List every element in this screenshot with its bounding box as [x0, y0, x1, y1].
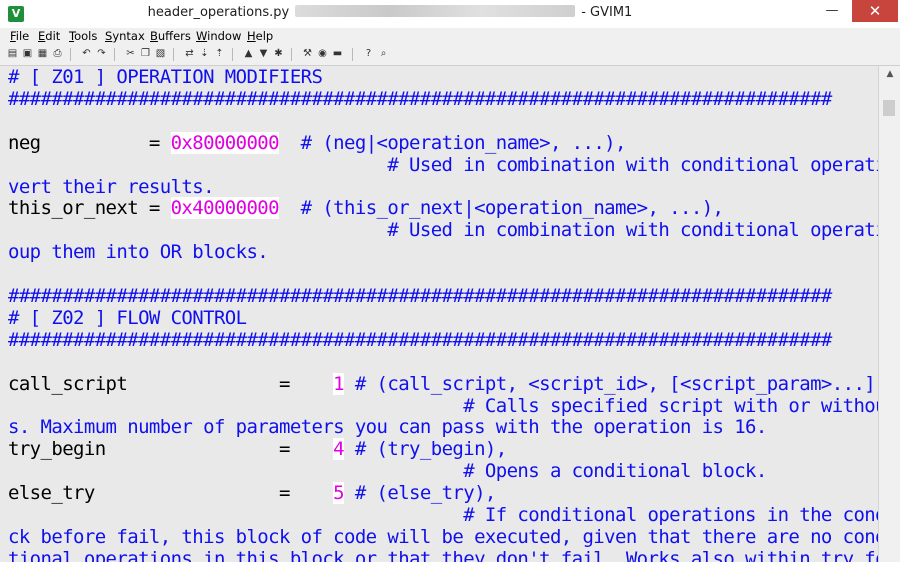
toolbar-separator: [352, 48, 353, 61]
toolbar-separator: [291, 48, 292, 61]
scrollbar-thumb[interactable]: [883, 100, 895, 116]
code-comment: ck before fail, this block of code will …: [8, 525, 878, 548]
code-comment: # Used in combination with conditional o…: [387, 153, 878, 176]
code-comment: # Calls specified script with or without…: [463, 394, 878, 417]
toolbar-separator: [70, 48, 71, 61]
code-comment: # (try_begin),: [344, 438, 507, 461]
code-line[interactable]: s. Maximum number of parameters you can …: [8, 416, 767, 438]
code-comment: ########################################…: [8, 328, 832, 351]
code-identifier: call_script =: [8, 372, 334, 395]
code-comment: s. Maximum number of parameters you can …: [8, 416, 767, 439]
redo-icon[interactable]: ↷: [95, 47, 108, 60]
close-button[interactable]: ✕: [852, 0, 898, 22]
menu-tools[interactable]: Tools: [69, 29, 97, 43]
code-number: 0x80000000: [170, 131, 280, 154]
code-number: 5: [333, 482, 345, 505]
find-next-icon[interactable]: ⇣: [198, 47, 211, 60]
code-line[interactable]: ########################################…: [8, 329, 832, 351]
scroll-up-arrow-icon[interactable]: ▲: [879, 66, 900, 82]
code-line[interactable]: ck before fail, this block of code will …: [8, 526, 878, 548]
code-comment: ########################################…: [8, 87, 832, 110]
menu-edit[interactable]: Edit: [38, 29, 60, 43]
code-comment: # (neg|<operation_name>, ...),: [278, 131, 627, 154]
window-title-app: - GVIM1: [581, 5, 633, 20]
code-line[interactable]: # Opens a conditional block.: [8, 460, 767, 482]
window-title: header_operations.py - GVIM1: [0, 5, 780, 20]
code-line[interactable]: # [ Z02 ] FLOW CONTROL: [8, 306, 247, 329]
code-comment: # (else_try),: [344, 482, 497, 505]
menu-syntax[interactable]: Syntax: [105, 29, 145, 43]
code-comment: # Used in combination with conditional o…: [387, 219, 878, 242]
menu-bar: File Edit Tools Syntax Buffers Window He…: [0, 28, 900, 45]
redacted-path: [295, 5, 576, 17]
find-help-icon[interactable]: ⌕: [377, 47, 390, 60]
code-comment: # Opens a conditional block.: [8, 460, 767, 483]
code-number: 4: [333, 438, 345, 461]
text-editor-area[interactable]: # [ Z01 ] OPERATION MODIFIERS ###########…: [6, 66, 878, 562]
code-line[interactable]: else_try = 5 # (else_try),: [8, 482, 497, 505]
load-session-icon[interactable]: ▲: [242, 47, 255, 60]
minimize-button[interactable]: —: [818, 0, 846, 22]
save-icon[interactable]: ▣: [21, 47, 34, 60]
find-prev-icon[interactable]: ⇡: [213, 47, 226, 60]
code-line[interactable]: # [ Z01 ] OPERATION MODIFIERS: [8, 66, 323, 88]
code-line[interactable]: neg = 0x80000000 # (neg|<operation_name>…: [8, 131, 627, 154]
find-replace-icon[interactable]: ⇄: [183, 47, 196, 60]
help-icon[interactable]: ?: [362, 47, 375, 60]
run-script-icon[interactable]: ✱: [272, 47, 285, 60]
code-comment: vert their results.: [8, 175, 215, 198]
code-line[interactable]: oup them into OR blocks.: [8, 241, 269, 264]
save-session-icon[interactable]: ▼: [257, 47, 270, 60]
code-number: 0x40000000: [170, 197, 280, 220]
code-line[interactable]: call_script = 1 # (call_script, <script_…: [8, 372, 878, 395]
toolbar-separator: [173, 48, 174, 61]
code-line[interactable]: ########################################…: [8, 285, 832, 307]
code-comment: oup them into OR blocks.: [8, 241, 269, 264]
code-number: 1: [333, 372, 345, 395]
menu-file[interactable]: File: [10, 29, 29, 43]
code-identifier: neg =: [8, 131, 171, 154]
code-line[interactable]: # Calls specified script with or without…: [8, 395, 878, 417]
toolbar: ▤ ▣ ▦ ⎙ ↶ ↷ ✂ ❐ ▧ ⇄ ⇣ ⇡ ▲ ▼ ✱ ⚒ ◉ ▬ ? ⌕: [0, 45, 900, 66]
code-identifier: this_or_next =: [8, 197, 171, 220]
menu-help[interactable]: Help: [247, 29, 273, 43]
code-comment: tional operations in this block or that …: [8, 547, 878, 562]
code-line[interactable]: # Used in combination with conditional o…: [8, 219, 878, 241]
code-comment: # [ Z01 ] OPERATION MODIFIERS: [8, 66, 323, 88]
code-line[interactable]: tional operations in this block or that …: [8, 548, 878, 562]
code-line[interactable]: # If conditional operations in the condi…: [8, 504, 878, 526]
code-comment: # [ Z02 ] FLOW CONTROL: [8, 306, 247, 329]
code-line[interactable]: # Used in combination with conditional o…: [8, 154, 878, 176]
code-comment: # (call_script, <script_id>, [<script_pa…: [344, 372, 878, 395]
make-icon[interactable]: ⚒: [301, 47, 314, 60]
jump-tag-icon[interactable]: ▬: [331, 47, 344, 60]
code-comment: # If conditional operations in the condi…: [463, 504, 878, 526]
code-line[interactable]: ########################################…: [8, 88, 832, 110]
paste-icon[interactable]: ▧: [154, 47, 167, 60]
code-identifier: else_try =: [8, 482, 334, 505]
code-line[interactable]: vert their results.: [8, 175, 215, 198]
toolbar-separator: [114, 48, 115, 61]
copy-icon[interactable]: ❐: [139, 47, 152, 60]
open-icon[interactable]: ▤: [6, 47, 19, 60]
window-title-filename: header_operations.py: [147, 5, 290, 20]
code-comment: ########################################…: [8, 285, 832, 307]
menu-buffers[interactable]: Buffers: [150, 29, 191, 43]
code-line[interactable]: this_or_next = 0x40000000 # (this_or_nex…: [8, 197, 724, 220]
build-tags-icon[interactable]: ◉: [316, 47, 329, 60]
cut-icon[interactable]: ✂: [124, 47, 137, 60]
code-identifier: try_begin =: [8, 438, 334, 461]
title-bar: V header_operations.py- GVIM1 — ☐ ✕: [0, 0, 900, 29]
menu-window[interactable]: Window: [196, 29, 241, 43]
save-all-icon[interactable]: ▦: [36, 47, 49, 60]
print-icon[interactable]: ⎙: [51, 47, 64, 60]
code-comment: # (this_or_next|<operation_name>, ...),: [278, 197, 724, 220]
undo-icon[interactable]: ↶: [80, 47, 93, 60]
toolbar-separator: [232, 48, 233, 61]
code-line[interactable]: try_begin = 4 # (try_begin),: [8, 438, 507, 461]
vertical-scrollbar[interactable]: ▲: [878, 66, 900, 562]
